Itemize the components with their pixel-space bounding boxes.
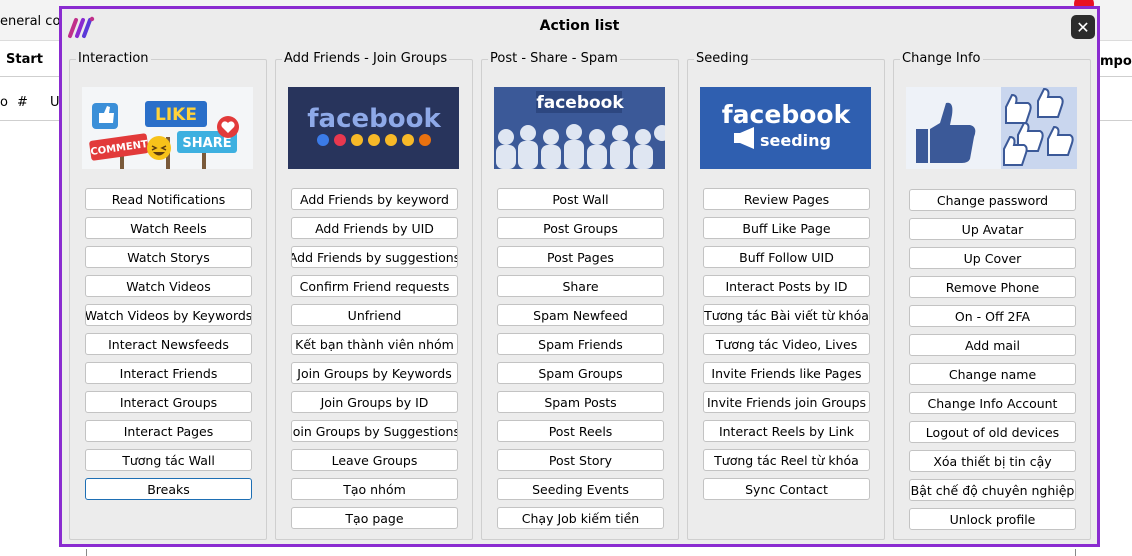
interaction-banner-image: LIKE COMMENT SHARE bbox=[82, 87, 253, 169]
add-friends-by-uid-button[interactable]: Add Friends by UID bbox=[291, 217, 458, 239]
spam-groups-button[interactable]: Spam Groups bbox=[497, 362, 664, 384]
xoa-thiet-bi-tin-cay-button[interactable]: Xóa thiết bị tin cậy bbox=[909, 450, 1076, 472]
buff-like-page-button[interactable]: Buff Like Page bbox=[703, 217, 870, 239]
unfriend-button[interactable]: Unfriend bbox=[291, 304, 458, 326]
unlock-profile-button[interactable]: Unlock profile bbox=[909, 508, 1076, 530]
dialog-title: Action list bbox=[539, 18, 620, 34]
tuong-tac-video-lives-button[interactable]: Tương tác Video, Lives bbox=[703, 333, 870, 355]
add-friends-by-suggestions-button[interactable]: Add Friends by suggestions bbox=[291, 246, 458, 268]
spam-posts-button[interactable]: Spam Posts bbox=[497, 391, 664, 413]
banner-seeding-text: seeding bbox=[760, 131, 831, 150]
change-password-button[interactable]: Change password bbox=[909, 189, 1076, 211]
watch-reels-button[interactable]: Watch Reels bbox=[85, 217, 252, 239]
action-list-dialog: Action list ✕ Interaction LIKE COMMENT S… bbox=[59, 6, 1100, 547]
invite-friends-like-pages-button[interactable]: Invite Friends like Pages bbox=[703, 362, 870, 384]
tao-page-button[interactable]: Tạo page bbox=[291, 507, 458, 529]
dialog-titlebar: Action list ✕ bbox=[62, 9, 1097, 45]
buff-follow-uid-button[interactable]: Buff Follow UID bbox=[703, 246, 870, 268]
post-story-button[interactable]: Post Story bbox=[497, 449, 664, 471]
interact-reels-by-link-button[interactable]: Interact Reels by Link bbox=[703, 420, 870, 442]
post-wall-button[interactable]: Post Wall bbox=[497, 188, 664, 210]
group-title: Seeding bbox=[694, 51, 751, 66]
watch-videos-button[interactable]: Watch Videos bbox=[85, 275, 252, 297]
facebook-crowd-banner-image: facebook bbox=[494, 87, 665, 169]
background-start-header: Start bbox=[6, 52, 43, 67]
banner-facebook-text: facebook bbox=[722, 100, 852, 129]
background-row-hash: # bbox=[17, 95, 28, 110]
post-reels-button[interactable]: Post Reels bbox=[497, 420, 664, 442]
seeding-events-button[interactable]: Seeding Events bbox=[497, 478, 664, 500]
watch-storys-button[interactable]: Watch Storys bbox=[85, 246, 252, 268]
breaks-button[interactable]: Breaks bbox=[85, 478, 252, 500]
banner-like-text: LIKE bbox=[155, 105, 197, 125]
tao-nhom-button[interactable]: Tạo nhóm bbox=[291, 478, 458, 500]
add-friends-by-keyword-button[interactable]: Add Friends by keyword bbox=[291, 188, 458, 210]
remove-phone-button[interactable]: Remove Phone bbox=[909, 276, 1076, 298]
background-row-cell: o bbox=[0, 95, 8, 110]
facebook-reactions-banner-image: facebook bbox=[288, 87, 459, 169]
share-button[interactable]: Share bbox=[497, 275, 664, 297]
banner-share-text: SHARE bbox=[182, 136, 231, 151]
leave-groups-button[interactable]: Leave Groups bbox=[291, 449, 458, 471]
close-button[interactable]: ✕ bbox=[1071, 15, 1095, 39]
join-groups-by-keywords-button[interactable]: Join Groups by Keywords bbox=[291, 362, 458, 384]
group-title: Add Friends - Join Groups bbox=[282, 51, 450, 66]
add-mail-button[interactable]: Add mail bbox=[909, 334, 1076, 356]
background-import-header: mport A bbox=[1100, 54, 1132, 69]
bat-che-do-chuyen-nghiep-button[interactable]: Bật chế độ chuyên nghiệp bbox=[909, 479, 1076, 501]
thumbs-up-banner-image bbox=[906, 87, 1077, 169]
join-groups-by-suggestions-button[interactable]: Join Groups by Suggestions bbox=[291, 420, 458, 442]
banner-facebook-text: facebook bbox=[536, 93, 624, 113]
on-off-2fa-button[interactable]: On - Off 2FA bbox=[909, 305, 1076, 327]
group-title: Change Info bbox=[900, 51, 983, 66]
tuong-tac-bai-viet-tu-khoa-button[interactable]: Tương tác Bài viết từ khóa bbox=[703, 304, 870, 326]
change-info-account-button[interactable]: Change Info Account bbox=[909, 392, 1076, 414]
up-avatar-button[interactable]: Up Avatar bbox=[909, 218, 1076, 240]
interact-posts-by-id-button[interactable]: Interact Posts by ID bbox=[703, 275, 870, 297]
logout-of-old-devices-button[interactable]: Logout of old devices bbox=[909, 421, 1076, 443]
change-name-button[interactable]: Change name bbox=[909, 363, 1076, 385]
tuong-tac-reel-tu-khoa-button[interactable]: Tương tác Reel từ khóa bbox=[703, 449, 870, 471]
interact-friends-button[interactable]: Interact Friends bbox=[85, 362, 252, 384]
interact-newsfeeds-button[interactable]: Interact Newsfeeds bbox=[85, 333, 252, 355]
join-groups-by-id-button[interactable]: Join Groups by ID bbox=[291, 391, 458, 413]
interact-pages-button[interactable]: Interact Pages bbox=[85, 420, 252, 442]
chay-job-kiem-tien-button[interactable]: Chạy Job kiếm tiền bbox=[497, 507, 664, 529]
invite-friends-join-groups-button[interactable]: Invite Friends join Groups bbox=[703, 391, 870, 413]
spam-newfeed-button[interactable]: Spam Newfeed bbox=[497, 304, 664, 326]
watch-videos-by-keywords-button[interactable]: Watch Videos by Keywords bbox=[85, 304, 252, 326]
facebook-seeding-banner-image: facebook seeding bbox=[700, 87, 871, 169]
sync-contact-button[interactable]: Sync Contact bbox=[703, 478, 870, 500]
tuong-tac-wall-button[interactable]: Tương tác Wall bbox=[85, 449, 252, 471]
interact-groups-button[interactable]: Interact Groups bbox=[85, 391, 252, 413]
up-cover-button[interactable]: Up Cover bbox=[909, 247, 1076, 269]
close-icon: ✕ bbox=[1076, 17, 1090, 37]
group-title: Post - Share - Spam bbox=[488, 51, 620, 66]
confirm-friend-requests-button[interactable]: Confirm Friend requests bbox=[291, 275, 458, 297]
banner-facebook-text: facebook bbox=[307, 104, 441, 134]
ket-ban-thanh-vien-nhom-button[interactable]: Kết bạn thành viên nhóm bbox=[291, 333, 458, 355]
post-pages-button[interactable]: Post Pages bbox=[497, 246, 664, 268]
background-frame-bottom bbox=[86, 549, 1076, 556]
read-notifications-button[interactable]: Read Notifications bbox=[85, 188, 252, 210]
spam-friends-button[interactable]: Spam Friends bbox=[497, 333, 664, 355]
review-pages-button[interactable]: Review Pages bbox=[703, 188, 870, 210]
group-title: Interaction bbox=[76, 51, 151, 66]
post-groups-button[interactable]: Post Groups bbox=[497, 217, 664, 239]
